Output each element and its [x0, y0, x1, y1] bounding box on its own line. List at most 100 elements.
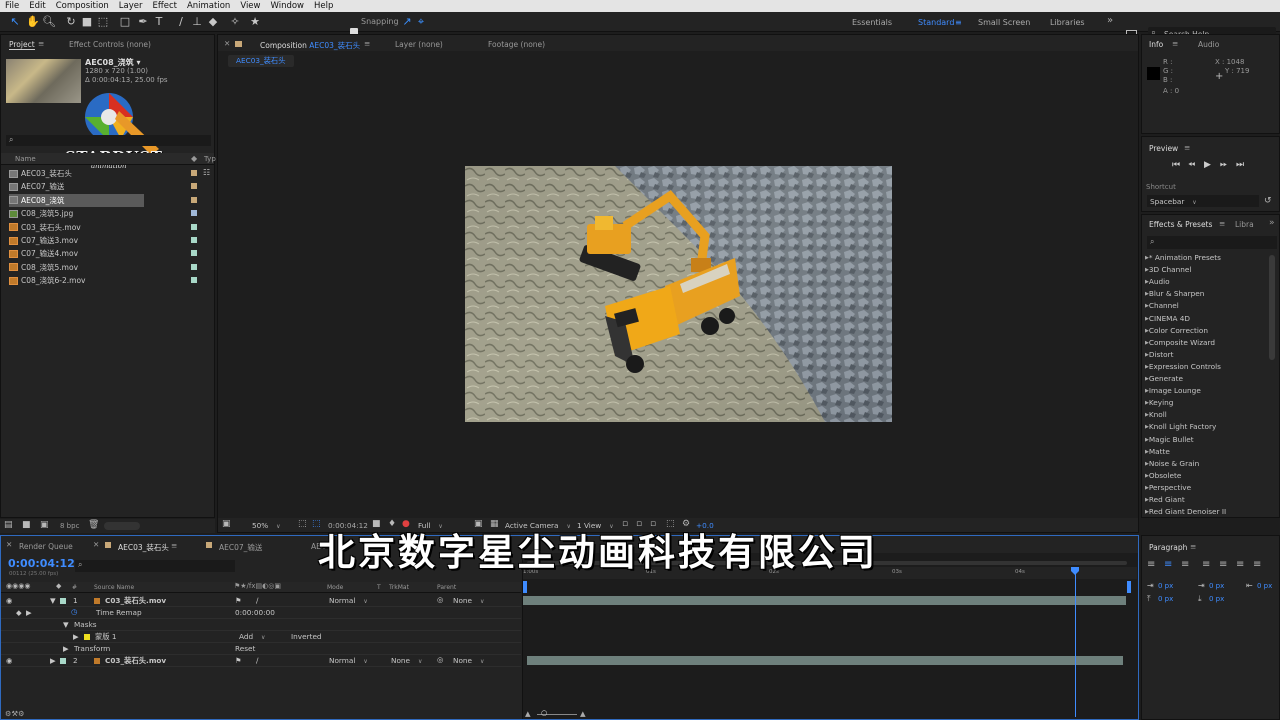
align-center-icon[interactable]: ≡: [1164, 559, 1172, 570]
mask-inverted-label[interactable]: Inverted: [291, 632, 322, 641]
rectangle-tool-icon[interactable]: □: [118, 15, 132, 29]
shortcut-dropdown[interactable]: Spacebar: [1147, 195, 1259, 207]
camera-tool-icon[interactable]: ■: [80, 15, 94, 29]
effects-scrollbar[interactable]: [1269, 255, 1275, 360]
label-color-swatch[interactable]: [191, 250, 197, 257]
time-remap-value[interactable]: 0:00:00:00: [235, 608, 275, 617]
trkmat-dropdown[interactable]: None: [391, 656, 422, 665]
workspace-small-screen[interactable]: Small Screen: [978, 18, 1030, 27]
tab-info[interactable]: Info: [1149, 40, 1163, 49]
toggle-switches-icon[interactable]: ⚙⚒⚙: [5, 709, 25, 718]
effect-category[interactable]: Audio: [1145, 277, 1170, 286]
tab-aec07[interactable]: AEC07_输送: [219, 542, 262, 553]
last-frame-icon[interactable]: ⏭︎: [1236, 160, 1244, 170]
close-render-queue-icon[interactable]: ✕: [6, 540, 12, 549]
zoom-in-icon[interactable]: ▲: [580, 709, 586, 718]
project-item[interactable]: C08_浇筑5.jpg: [9, 207, 199, 220]
new-folder-icon[interactable]: ■: [22, 520, 31, 530]
layer-label-swatch[interactable]: [60, 598, 66, 604]
mask-1-row[interactable]: ▶ 蒙版 1 Add Inverted: [1, 631, 521, 643]
layer-mode-dropdown[interactable]: Normal: [329, 596, 368, 605]
preview-menu-icon[interactable]: ≡: [1184, 143, 1190, 152]
workspace-essentials[interactable]: Essentials: [852, 18, 892, 27]
menu-composition[interactable]: Composition: [51, 0, 114, 12]
tab-render-queue[interactable]: Render Queue: [19, 542, 73, 551]
effect-category[interactable]: Composite Wizard: [1145, 338, 1215, 347]
magnification-icon[interactable]: ▣: [222, 519, 231, 529]
effect-category[interactable]: Image Lounge: [1145, 386, 1201, 395]
menu-effect[interactable]: Effect: [148, 0, 182, 12]
layer-row-2[interactable]: ◉ ▶ 2 C03_装石头.mov ⚑ ∕ Normal None ◎ None: [1, 655, 521, 667]
workspace-standard[interactable]: Standard: [918, 18, 954, 27]
tab-effect-controls[interactable]: Effect Controls (none): [69, 40, 151, 49]
rotate-tool-icon[interactable]: ↻: [64, 15, 78, 29]
pickwhip-icon[interactable]: ◎: [437, 655, 443, 664]
layer-mode-dropdown[interactable]: Normal: [329, 656, 368, 665]
layer-name[interactable]: C03_装石头.mov: [105, 656, 166, 666]
timeline-menu-icon[interactable]: ≡: [171, 541, 177, 550]
bpc-label[interactable]: 8 bpc: [60, 522, 79, 530]
effect-category[interactable]: Red Giant Denoiser II: [1145, 507, 1226, 516]
project-item[interactable]: AEC08_浇筑: [9, 193, 197, 207]
transform-reset-link[interactable]: Reset: [235, 644, 255, 653]
effect-category[interactable]: Channel: [1145, 301, 1179, 310]
project-item[interactable]: C07_输送4.mov: [9, 247, 199, 260]
effect-category[interactable]: Generate: [1145, 374, 1183, 383]
quality-switch-icon[interactable]: ∕: [256, 656, 258, 665]
menu-view[interactable]: View: [235, 0, 265, 12]
expand-masks-icon[interactable]: ▼: [63, 620, 69, 629]
justify-center-icon[interactable]: ≡: [1219, 559, 1227, 570]
effect-category[interactable]: Perspective: [1145, 483, 1191, 492]
roto-brush-tool-icon[interactable]: ✧: [228, 15, 242, 29]
composition-viewport[interactable]: [465, 166, 892, 422]
effect-category[interactable]: Knoll Light Factory: [1145, 422, 1216, 431]
layer-2-bar[interactable]: [527, 656, 1123, 665]
previous-frame-icon[interactable]: ⏪︎: [1188, 160, 1195, 170]
shy-switch-icon[interactable]: ⚑: [235, 656, 242, 665]
project-item[interactable]: C08_浇筑5.mov: [9, 261, 199, 274]
menu-animation[interactable]: Animation: [182, 0, 235, 12]
pan-behind-tool-icon[interactable]: ⬚: [96, 15, 110, 29]
effect-category[interactable]: CINEMA 4D: [1145, 314, 1190, 323]
work-area-end-handle[interactable]: [1127, 581, 1131, 593]
grid-icon[interactable]: ⬚: [298, 519, 307, 529]
align-left-icon[interactable]: ≡: [1147, 559, 1155, 570]
visibility-eye-icon[interactable]: ◉: [6, 596, 12, 605]
effect-category[interactable]: 3D Channel: [1145, 265, 1192, 274]
next-keyframe-icon[interactable]: ▶: [26, 608, 32, 617]
interpret-footage-icon[interactable]: ▤: [4, 520, 13, 530]
effect-category[interactable]: Keying: [1145, 398, 1174, 407]
more-tabs-icon[interactable]: »: [1269, 218, 1275, 228]
stopwatch-icon[interactable]: ◷: [71, 607, 77, 616]
tab-aec03[interactable]: AEC03_装石头: [118, 542, 169, 553]
brush-tool-icon[interactable]: ∕: [174, 15, 188, 29]
paragraph-menu-icon[interactable]: ≡: [1190, 542, 1196, 551]
type-tool-icon[interactable]: T: [152, 15, 166, 29]
workspace-menu-icon[interactable]: ≡: [955, 18, 962, 27]
zoom-out-icon[interactable]: ▲: [525, 709, 531, 718]
effect-category[interactable]: Red Giant: [1145, 495, 1185, 504]
source-name-header[interactable]: Source Name: [94, 584, 134, 591]
info-menu-icon[interactable]: ≡: [1172, 39, 1178, 48]
reset-icon[interactable]: ↺: [1264, 196, 1272, 206]
label-color-swatch[interactable]: [191, 183, 197, 190]
expand-layer-icon[interactable]: ▼: [50, 596, 56, 605]
effect-category[interactable]: Color Correction: [1145, 326, 1208, 335]
selection-tool-icon[interactable]: ↖: [8, 15, 22, 29]
eraser-tool-icon[interactable]: ◆: [206, 15, 220, 29]
first-frame-icon[interactable]: ⏮︎: [1172, 160, 1180, 170]
layer-label-swatch[interactable]: [60, 658, 66, 664]
layer-row-1[interactable]: ◉ ▼ 1 C03_装石头.mov ⚑ ∕ Normal ◎ None: [1, 595, 521, 607]
zoom-dropdown[interactable]: 50%: [252, 521, 281, 530]
zoom-tool-icon[interactable]: 🔍︎: [42, 15, 56, 29]
quality-switch-icon[interactable]: ∕: [256, 596, 258, 605]
pen-tool-icon[interactable]: ✒: [136, 15, 150, 29]
next-frame-icon[interactable]: ⏩︎: [1220, 160, 1227, 170]
indent-left-value[interactable]: 0 px: [1158, 582, 1173, 590]
visibility-eye-icon[interactable]: ◉: [6, 656, 12, 665]
snap-edges-icon[interactable]: ↗: [400, 15, 414, 29]
close-tab-icon[interactable]: ✕: [224, 39, 230, 48]
shy-switch-icon[interactable]: ⚑: [235, 596, 242, 605]
mask-mode-dropdown[interactable]: Add: [239, 632, 265, 641]
menu-help[interactable]: Help: [309, 0, 338, 12]
